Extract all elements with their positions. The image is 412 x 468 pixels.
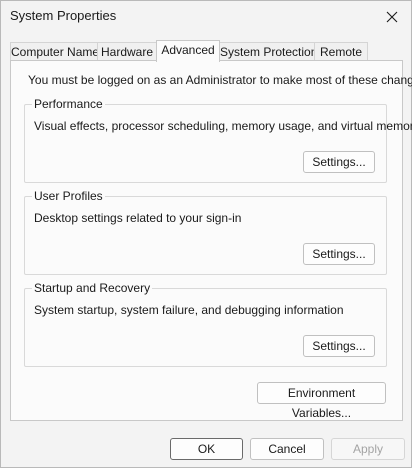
user-profiles-group: User Profiles Desktop settings related t… xyxy=(24,189,387,275)
admin-notice: You must be logged on as an Administrato… xyxy=(28,73,412,87)
performance-settings-button[interactable]: Settings... xyxy=(303,151,375,173)
user-profiles-settings-button[interactable]: Settings... xyxy=(303,243,375,265)
environment-variables-button[interactable]: Environment Variables... xyxy=(257,382,386,420)
ok-button[interactable]: OK xyxy=(170,438,243,460)
performance-group: Performance Visual effects, processor sc… xyxy=(24,97,412,183)
system-properties-window: System Properties Computer Name Hardware… xyxy=(0,0,412,468)
startup-recovery-label: Startup and Recovery xyxy=(32,281,153,295)
tab-system-protection[interactable]: System Protection xyxy=(219,42,317,61)
apply-button[interactable]: Apply xyxy=(331,438,405,460)
tab-advanced[interactable]: Advanced xyxy=(156,40,220,62)
advanced-tab-panel: You must be logged on as an Administrato… xyxy=(10,60,412,421)
close-icon xyxy=(386,11,398,23)
performance-label: Performance xyxy=(32,97,105,111)
tab-remote[interactable]: Remote xyxy=(314,42,368,61)
performance-description: Visual effects, processor scheduling, me… xyxy=(34,119,412,133)
startup-recovery-settings-button[interactable]: Settings... xyxy=(303,335,375,357)
startup-recovery-group: Startup and Recovery System startup, sys… xyxy=(24,281,387,367)
startup-recovery-description: System startup, system failure, and debu… xyxy=(34,303,344,317)
tab-computer-name[interactable]: Computer Name xyxy=(10,42,99,61)
user-profiles-description: Desktop settings related to your sign-in xyxy=(34,211,242,225)
user-profiles-label: User Profiles xyxy=(32,189,105,203)
cancel-button[interactable]: Cancel xyxy=(250,438,324,460)
window-title: System Properties xyxy=(10,8,117,23)
tab-hardware[interactable]: Hardware xyxy=(97,42,157,61)
close-button[interactable] xyxy=(373,1,411,33)
title-bar: System Properties xyxy=(1,1,411,33)
